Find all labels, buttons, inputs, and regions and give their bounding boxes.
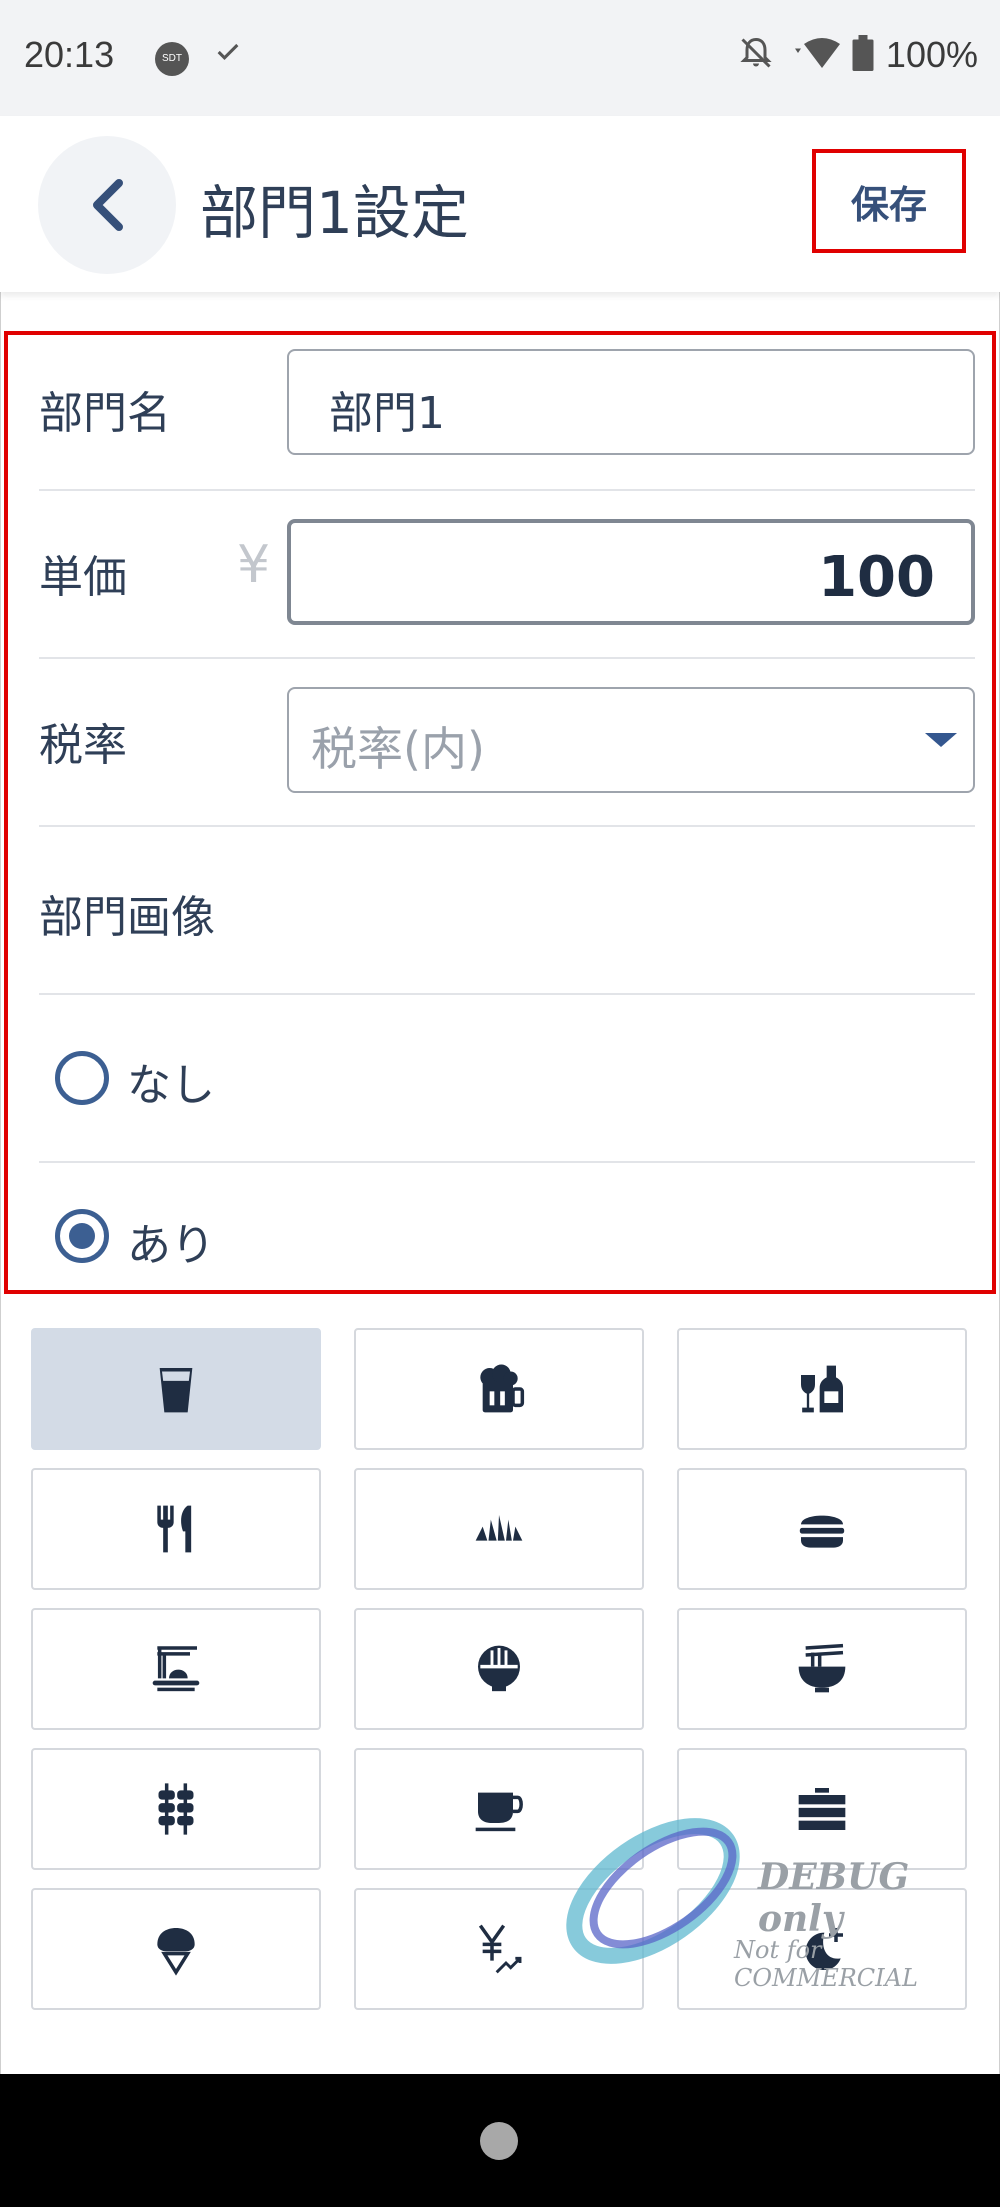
glass-icon <box>159 1368 193 1413</box>
unit-price-value: 100 <box>818 545 935 610</box>
status-time: 20:13 <box>24 34 115 75</box>
icon-option-glass[interactable] <box>31 1328 321 1450</box>
icon-option-wine[interactable] <box>677 1328 967 1450</box>
icon-option-spaghetti[interactable] <box>31 1608 321 1730</box>
yen-trend-icon <box>478 1924 522 1974</box>
tax-rate-select[interactable]: 税率(内) <box>287 687 975 793</box>
icon-option-beer[interactable] <box>354 1328 644 1450</box>
status-right: 100% <box>738 34 978 76</box>
page-title: 部門1設定 <box>200 179 469 247</box>
tax-rate-label: 税率 <box>39 720 127 771</box>
radio-yes-label: あり <box>127 1220 215 1271</box>
tax-rate-row: 税率 税率(内) <box>39 659 975 827</box>
rice-bowl-icon <box>478 1645 520 1692</box>
department-name-row: 部門名 部門1 <box>39 335 975 491</box>
wine-bottle-icon <box>801 1365 843 1413</box>
department-name-input[interactable]: 部門1 <box>287 349 975 455</box>
tax-rate-placeholder: 税率(内) <box>311 722 485 776</box>
battery-icon <box>852 35 874 75</box>
ice-cream-icon <box>157 1928 195 1976</box>
layered-cake-icon <box>798 1788 846 1830</box>
croissant-icon <box>475 1515 523 1541</box>
department-image-label: 部門画像 <box>39 892 215 943</box>
back-button[interactable] <box>38 136 176 274</box>
icon-option-cake[interactable] <box>677 1748 967 1870</box>
check-icon <box>214 38 242 70</box>
status-bar: 20:13 SDT 100% <box>0 0 1000 116</box>
wifi-icon <box>786 35 840 75</box>
chevron-left-icon <box>93 179 123 231</box>
yen-currency-symbol: ¥ <box>237 535 271 595</box>
department-name-value: 部門1 <box>329 388 445 439</box>
skewer-icon <box>158 1783 194 1835</box>
fork-knife-icon <box>157 1505 192 1553</box>
icon-option-skewer[interactable] <box>31 1748 321 1870</box>
app-header: 部門1設定 保存 <box>0 116 1000 292</box>
icon-option-croissant[interactable] <box>354 1468 644 1590</box>
icon-option-coffee[interactable] <box>354 1748 644 1870</box>
sdt-badge-icon: SDT <box>155 42 189 76</box>
radio-yes-icon[interactable] <box>55 1209 109 1263</box>
radio-option-yes[interactable]: あり <box>39 1163 975 1290</box>
home-button[interactable] <box>480 2122 518 2160</box>
noodle-bowl-icon <box>798 1643 846 1693</box>
unit-price-input[interactable]: 100 <box>287 519 975 625</box>
icon-option-rice-bowl[interactable] <box>354 1608 644 1730</box>
spaghetti-plate-icon <box>152 1646 200 1692</box>
unit-price-row: 単価 ¥ 100 <box>39 491 975 659</box>
moon-plus-icon <box>805 1928 843 1970</box>
radio-none-icon[interactable] <box>55 1051 109 1105</box>
icon-option-cutlery[interactable] <box>31 1468 321 1590</box>
department-name-label: 部門名 <box>39 388 171 439</box>
icon-option-noodles[interactable] <box>677 1608 967 1730</box>
settings-form: 部門名 部門1 単価 ¥ 100 税率 税率(内) 部門画像 なし あり <box>4 331 996 1294</box>
beer-mug-icon <box>480 1364 525 1413</box>
hamburger-icon <box>799 1515 845 1548</box>
coffee-cup-icon <box>475 1792 523 1832</box>
department-image-row: 部門画像 <box>39 827 975 995</box>
dropdown-caret-icon <box>925 733 957 747</box>
unit-price-label: 単価 <box>39 552 127 603</box>
icon-option-moon[interactable] <box>677 1888 967 2010</box>
battery-percent: 100% <box>885 34 978 75</box>
radio-none-label: なし <box>127 1060 215 1111</box>
radio-option-none[interactable]: なし <box>39 995 975 1163</box>
icon-option-burger[interactable] <box>677 1468 967 1590</box>
notifications-off-icon <box>738 35 774 75</box>
save-button[interactable]: 保存 <box>812 149 966 253</box>
system-nav-bar <box>0 2074 1000 2207</box>
icon-option-ice-cream[interactable] <box>31 1888 321 2010</box>
icon-option-yen-trend[interactable] <box>354 1888 644 2010</box>
